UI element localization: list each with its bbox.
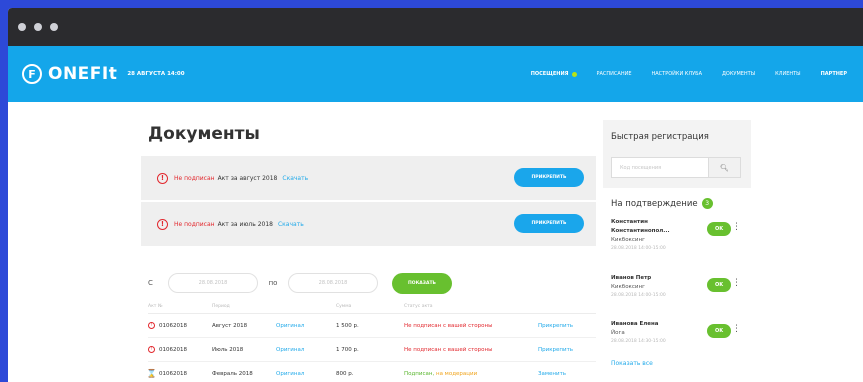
window-titlebar [8,8,863,46]
hourglass-icon: ⌛ [146,369,157,378]
logo-text: ONEFIt [48,64,118,84]
sum-cell: 1 500 р. [336,322,359,329]
nav-links: ПОСЕЩЕНИЯ РАСПИСАНИЕ НАСТРОЙКИ КЛУБА ДОК… [521,46,857,102]
from-date-input[interactable]: 28.08.2018 [168,273,258,293]
table-row: ⌛ 01062018 Февраль 2018 Оригинал 800 р. … [146,362,596,382]
act-number: 01062018 [159,370,187,377]
original-link[interactable]: Оригинал [276,371,336,377]
warning-icon: ! [148,346,155,353]
download-link[interactable]: Скачать [282,175,308,182]
visit-code-search: Код посещения 🔍︎ [611,157,741,178]
period-cell: Февраль 2018 [212,370,253,377]
table-row: ! 01062018 Август 2018 Оригинал 1 500 р.… [148,314,596,338]
attach-link[interactable]: Прикрепить [538,347,596,353]
document-status: Не подписан [174,174,215,182]
column-header: Статус акта [404,304,433,309]
ok-button[interactable]: OK [707,278,731,292]
onefit-logo[interactable]: F ONEFIt [22,64,117,84]
sum-cell: 1 700 р. [336,346,359,353]
act-number-cell: ! 01062018 [148,346,212,353]
warning-icon: ! [157,218,168,230]
attach-button[interactable]: ПРИКРЕПИТЬ [514,214,584,233]
acts-table: Акт № Период Сумма Статус акта ! 0106201… [146,300,596,382]
status-cell: Не подписан с вашей стороны [404,346,493,353]
nav-link-schedule[interactable]: РАСПИСАНИЕ [587,71,642,77]
more-options-icon[interactable]: ⋮ [732,278,741,288]
count-badge: 3 [701,198,713,209]
person-name: Иванов Петр [611,275,652,281]
status-signed: Подписан, [404,370,435,377]
window-dot-icon[interactable] [50,23,58,31]
pending-visit-item: Константин Константинопол... Кикбоксинг … [611,218,749,268]
original-link[interactable]: Оригинал [276,347,336,353]
person-name: Иванова Елена [611,321,659,327]
show-all-link[interactable]: Показать все [611,360,653,367]
attach-button[interactable]: ПРИКРЕПИТЬ [514,168,584,187]
show-button[interactable]: ПОКАЗАТЬ [392,272,452,294]
column-header: Акт № [148,304,163,309]
person-time: 28.08.2018 14:00-15:00 [611,293,666,298]
status-moderation: на модерации [435,370,478,377]
pending-visit-item: Иванов Петр Кикбоксинг 28.08.2018 14:00-… [611,274,749,324]
table-row: ! 01062018 Июль 2018 Оригинал 1 700 р. Н… [148,338,596,362]
document-status: Не подписан [174,220,215,228]
to-date-input[interactable]: 28.08.2018 [288,273,378,293]
warning-icon: ! [148,322,155,329]
more-options-icon[interactable]: ⋮ [732,222,741,232]
column-header: Сумма [336,304,352,309]
document-name: Акт за август 2018 [217,174,278,182]
logo-icon: F [22,64,42,84]
from-label: С [148,279,153,287]
nav-link-club-settings[interactable]: НАСТРОЙКИ КЛУБА [642,71,713,77]
to-label: по [268,279,278,287]
ok-button[interactable]: OK [707,222,731,236]
quick-registration-title: Быстрая регистрация [611,132,709,142]
confirmation-title-text: На подтверждение [611,198,698,209]
top-navbar: F ONEFIt 28 АВГУСТА 14:00 ПОСЕЩЕНИЯ РАСП… [8,46,863,102]
person-name: Константин Константинопол... [611,219,670,234]
act-number: 01062018 [159,346,187,353]
window-dot-icon[interactable] [18,23,26,31]
act-number-cell: ! 01062018 [148,322,212,329]
page-content: Документы ! Не подписан Акт за август 20… [8,102,863,382]
act-number: 01062018 [159,322,187,329]
nav-link-label: ПОСЕЩЕНИЯ [530,71,569,77]
column-header: Период [212,304,230,309]
current-date: 28 АВГУСТА 14:00 [127,71,185,77]
app-window: F ONEFIt 28 АВГУСТА 14:00 ПОСЕЩЕНИЯ РАСП… [8,8,863,382]
ok-button[interactable]: OK [707,324,731,338]
notification-dot-icon [571,71,577,77]
more-options-icon[interactable]: ⋮ [732,324,741,334]
warning-icon: ! [157,172,168,184]
original-link[interactable]: Оригинал [276,323,336,329]
nav-link-clients[interactable]: КЛИЕНТЫ [765,71,810,77]
document-card: ! Не подписан Акт за август 2018 Скачать… [141,156,596,200]
confirmation-panel: На подтверждение 3 Константин Константин… [603,188,751,382]
person-class: Кикбоксинг [611,237,645,243]
nav-link-documents[interactable]: ДОКУМЕНТЫ [712,71,765,77]
period-cell: Август 2018 [212,322,248,329]
status-cell: Подписан, на модерации [404,371,538,377]
confirmation-title: На подтверждение 3 [611,198,713,209]
person-time: 28.08.2018 14:30-15:00 [611,339,666,344]
document-card: ! Не подписан Акт за июль 2018 Скачать П… [141,202,596,246]
table-header: Акт № Период Сумма Статус акта [148,300,596,314]
person-time: 28.08.2018 14:00-15:00 [611,246,666,251]
page-title: Документы [148,124,260,144]
window-dot-icon[interactable] [34,23,42,31]
date-filter: С 28.08.2018 по 28.08.2018 ПОКАЗАТЬ [148,272,488,294]
nav-link-visits[interactable]: ПОСЕЩЕНИЯ [521,71,587,77]
visit-code-input[interactable]: Код посещения [612,158,708,177]
download-link[interactable]: Скачать [278,221,304,228]
status-cell: Не подписан с вашей стороны [404,322,493,329]
sum-cell: 800 р. [336,370,354,377]
attach-link[interactable]: Прикрепить [538,323,596,329]
period-cell: Июль 2018 [212,346,244,353]
document-name: Акт за июль 2018 [217,220,273,228]
nav-link-partner[interactable]: ПАРТНЕР [811,71,857,77]
search-icon[interactable]: 🔍︎ [708,158,740,177]
right-sidebar: Быстрая регистрация Код посещения 🔍︎ На … [603,120,751,382]
act-number-cell: ⌛ 01062018 [146,369,212,378]
replace-link[interactable]: Заменить [538,371,596,377]
